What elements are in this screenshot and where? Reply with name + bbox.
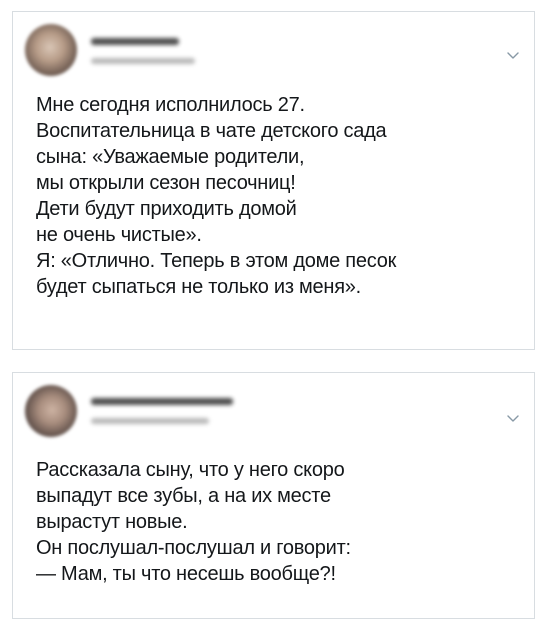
tweet-line: Воспитательница в чате детского сада	[36, 120, 387, 142]
tweet-text: Рассказала сыну, что у него скоро выпаду…	[36, 457, 520, 587]
tweet-line: вырастут новые.	[36, 511, 188, 533]
tweet-card-1: Мне сегодня исполнилось 27. Воспитательн…	[12, 11, 535, 350]
user-name-blurred[interactable]	[91, 38, 179, 45]
user-handle-blurred	[91, 58, 195, 64]
avatar[interactable]	[25, 385, 77, 437]
tweet-line: Он послушал-послушал и говорит:	[36, 537, 351, 559]
chevron-down-icon[interactable]	[506, 48, 520, 62]
tweet-line: Мне сегодня исполнилось 27.	[36, 94, 305, 116]
tweet-line: Я: «Отлично. Теперь в этом доме песок	[36, 250, 397, 272]
tweet-line: сына: «Уважаемые родители,	[36, 146, 305, 168]
tweet-line: выпадут все зубы, а на их месте	[36, 485, 331, 507]
tweet-line: — Мам, ты что несешь вообще?!	[36, 563, 336, 585]
tweet-line: Рассказала сыну, что у него скоро	[36, 459, 345, 481]
tweet-line: не очень чистые».	[36, 224, 202, 246]
avatar[interactable]	[25, 24, 77, 76]
user-name-blurred[interactable]	[91, 398, 233, 405]
tweet-text: Мне сегодня исполнилось 27. Воспитательн…	[36, 92, 520, 300]
chevron-down-icon[interactable]	[506, 411, 520, 425]
tweet-line: будет сыпаться не только из меня».	[36, 276, 361, 298]
user-handle-blurred	[91, 418, 209, 424]
tweet-card-2: Рассказала сыну, что у него скоро выпаду…	[12, 372, 535, 619]
tweet-line: Дети будут приходить домой	[36, 198, 297, 220]
tweet-line: мы открыли сезон песочниц!	[36, 172, 296, 194]
